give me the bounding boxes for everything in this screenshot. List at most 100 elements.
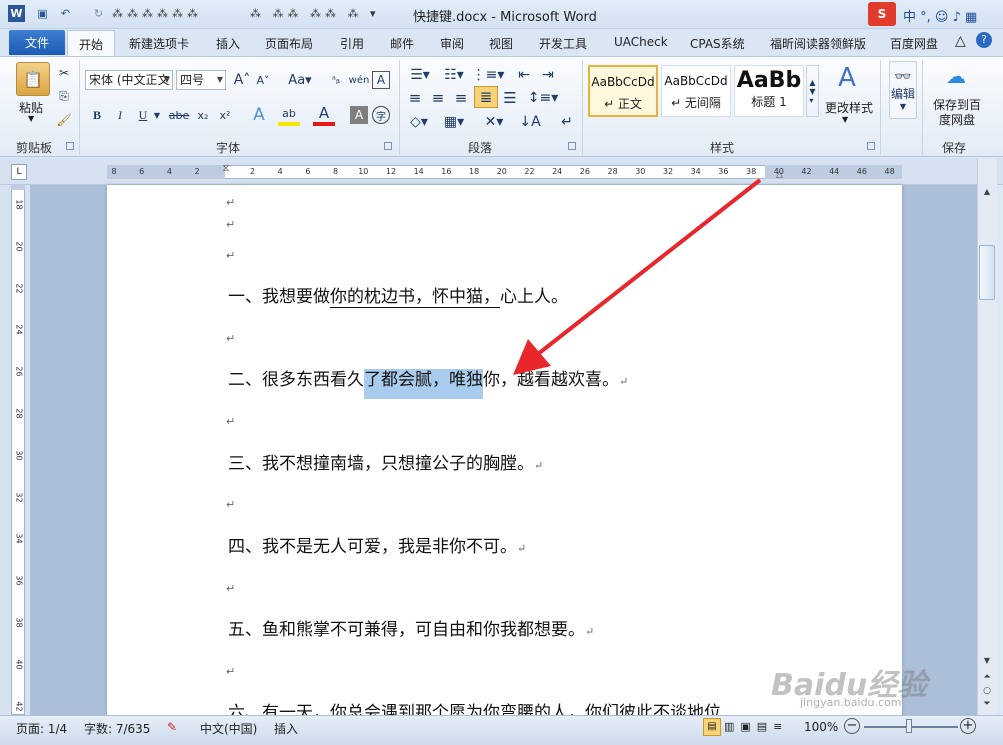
align-right-icon[interactable]: ≡ <box>451 89 471 107</box>
undo-icon[interactable]: ↶ <box>57 5 74 22</box>
tab-insert[interactable]: 插入 <box>216 35 240 52</box>
increase-indent-icon[interactable]: ⇥ <box>538 66 558 84</box>
status-insert-mode[interactable]: 插入 <box>274 720 298 737</box>
change-case-icon[interactable]: Aa ▾ <box>287 71 313 89</box>
change-styles-icon[interactable]: A <box>832 63 862 93</box>
strikethrough-icon[interactable]: abe <box>168 106 190 124</box>
clipboard-launcher-icon[interactable] <box>66 142 74 150</box>
status-language[interactable]: 中文(中国) <box>200 720 257 737</box>
char-border-icon[interactable]: A <box>372 71 390 89</box>
word-icon[interactable]: W <box>8 5 25 22</box>
save-to-baidu-label[interactable]: 保存到百度网盘 <box>931 98 983 128</box>
prev-page-icon[interactable]: ⏶ <box>979 672 995 686</box>
scroll-down-icon[interactable]: ▼ <box>979 656 995 670</box>
paste-dropdown-icon[interactable]: ▼ <box>28 114 34 123</box>
styles-launcher-icon[interactable] <box>867 142 875 150</box>
grow-font-icon[interactable]: A ˄ <box>233 71 251 89</box>
tab-view[interactable]: 视图 <box>489 35 513 52</box>
minimize-ribbon-icon[interactable]: △ <box>955 33 966 49</box>
decrease-indent-icon[interactable]: ⇤ <box>514 66 534 84</box>
borders-icon[interactable]: ▦▾ <box>440 113 468 131</box>
select-browse-object-icon[interactable]: ○ <box>979 686 995 698</box>
phonetic-guide-icon[interactable]: wén <box>349 71 370 89</box>
multilevel-list-icon[interactable]: ⋮≡▾ <box>472 66 505 84</box>
zoom-in-icon[interactable]: + <box>960 718 976 734</box>
paste-icon[interactable]: 📋 <box>16 62 50 96</box>
underline-dropdown-icon[interactable]: ▼ <box>152 106 162 124</box>
status-word-count[interactable]: 字数: 7/635 <box>84 720 150 737</box>
line-spacing-icon[interactable]: ↕≡▾ <box>528 89 559 107</box>
sogou-ime-icon[interactable]: S <box>868 2 896 26</box>
tab-mailings[interactable]: 邮件 <box>390 35 414 52</box>
scroll-up-icon[interactable]: ▲ <box>979 187 995 201</box>
print-layout-icon[interactable]: ▤ <box>703 718 721 736</box>
font-name-combo[interactable]: 宋体 (中文正文 ▼ <box>85 70 173 90</box>
ime-toolbar[interactable]: 中 °, ☺ ♪ ▦ <box>903 6 977 25</box>
font-color-icon[interactable]: A <box>313 104 335 126</box>
vertical-scrollbar[interactable] <box>977 158 997 715</box>
custom-qat-icons[interactable]: ⁂⁂⁂⁂⁂⁂ <box>112 5 242 22</box>
italic-icon[interactable]: I <box>111 106 129 124</box>
clear-format-icon[interactable]: ᵃᵦ <box>326 71 346 89</box>
scrollbar-thumb[interactable] <box>979 245 995 300</box>
font-launcher-icon[interactable] <box>384 142 392 150</box>
tab-home[interactable]: 开始 <box>67 30 115 57</box>
proofing-icon[interactable]: ✎ <box>167 720 177 734</box>
numbering-icon[interactable]: ☷▾ <box>440 66 468 84</box>
redo-icon[interactable]: ↻ <box>90 5 107 22</box>
style-normal[interactable]: AaBbCcDd ↵ 正文 <box>588 65 658 117</box>
tab-selector-icon[interactable]: L <box>11 164 27 180</box>
tab-page-layout[interactable]: 页面布局 <box>265 35 313 52</box>
tab-file[interactable]: 文件 <box>9 30 65 55</box>
paragraph-4[interactable]: 四、我不是无人可爱，我是非你不可。↵ <box>228 536 526 560</box>
tab-references[interactable]: 引用 <box>340 35 364 52</box>
zoom-out-icon[interactable]: − <box>844 718 860 734</box>
show-marks-icon[interactable]: ↵ <box>557 113 577 131</box>
style-no-spacing[interactable]: AaBbCcDd ↵ 无间隔 <box>661 65 731 117</box>
tab-review[interactable]: 审阅 <box>440 35 464 52</box>
paragraph-2[interactable]: 二、很多东西看久了都会腻，唯独你，越看越欢喜。↵ <box>228 369 628 399</box>
save-icon[interactable]: ▣ <box>34 5 51 22</box>
align-left-icon[interactable]: ≡ <box>405 89 425 107</box>
styles-scroll-icon[interactable]: ▲ ▼ ▾ <box>806 65 819 117</box>
enclose-char-icon[interactable]: 字 <box>372 106 390 124</box>
status-zoom-level[interactable]: 100% <box>804 720 838 734</box>
shrink-font-icon[interactable]: A ˅ <box>254 71 272 89</box>
bullets-icon[interactable]: ☰▾ <box>406 66 434 84</box>
view-mode-icons[interactable]: ▥▣▤≡ <box>724 720 788 733</box>
next-page-icon[interactable]: ⏷ <box>979 699 995 713</box>
paragraph-6[interactable]: 六、有一天，你总会遇到那个愿为你弯腰的人，你们彼此不谈地位 <box>228 702 788 715</box>
paragraph-1[interactable]: 一、我想要做你的枕边书，怀中猫，心上人。 <box>228 286 568 308</box>
cut-icon[interactable]: ✂ <box>57 66 71 80</box>
sort-icon[interactable]: ↓A <box>519 113 540 131</box>
editing-button[interactable]: 👓 编辑 ▼ <box>889 61 917 119</box>
baidu-cloud-icon[interactable]: ☁ <box>942 64 970 88</box>
tab-baidu-pan[interactable]: 百度网盘 <box>890 35 938 52</box>
shading-icon[interactable]: ◇▾ <box>405 113 433 131</box>
paragraph-3[interactable]: 三、我不想撞南墙，只想撞公子的胸膛。↵ <box>228 453 543 477</box>
highlight-icon[interactable]: ab <box>278 104 300 126</box>
font-size-combo[interactable]: 四号 ▼ <box>176 70 226 90</box>
chinese-layout-icon[interactable]: ✕▾ <box>480 113 508 131</box>
paragraph-5[interactable]: 五、鱼和熊掌不可兼得，可自由和你我都想要。↵ <box>228 619 594 643</box>
tab-uacheck[interactable]: UACheck <box>614 35 668 49</box>
paragraph-launcher-icon[interactable] <box>568 142 576 150</box>
change-styles-label[interactable]: 更改样式 <box>825 99 873 116</box>
tab-new[interactable]: 新建选项卡 <box>129 35 189 52</box>
text-effects-icon[interactable]: A <box>248 104 270 126</box>
zoom-slider-thumb[interactable] <box>906 719 912 733</box>
copy-icon[interactable]: ⎘ <box>57 89 71 103</box>
indent-marker-icon[interactable]: ⧖ <box>221 163 231 181</box>
right-indent-marker-icon[interactable]: △ <box>776 170 783 180</box>
bold-icon[interactable]: B <box>88 106 106 124</box>
tab-foxit[interactable]: 福昕阅读器领鲜版 <box>770 35 866 52</box>
tab-developer[interactable]: 开发工具 <box>539 35 587 52</box>
custom-qat-icons-2[interactable]: ⁂ ⁂⁂ ⁂⁂ ⁂ ▾ <box>250 5 400 22</box>
underline-icon[interactable]: U <box>134 106 152 124</box>
char-shading-icon[interactable]: A <box>350 106 368 124</box>
subscript-icon[interactable]: x₂ <box>194 106 212 124</box>
tab-cpas[interactable]: CPAS系统 <box>690 35 745 52</box>
style-heading-1[interactable]: AaBb 标题 1 <box>734 65 804 117</box>
format-painter-icon[interactable]: 🖌 <box>56 113 71 127</box>
align-center-icon[interactable]: ≡ <box>428 89 448 107</box>
